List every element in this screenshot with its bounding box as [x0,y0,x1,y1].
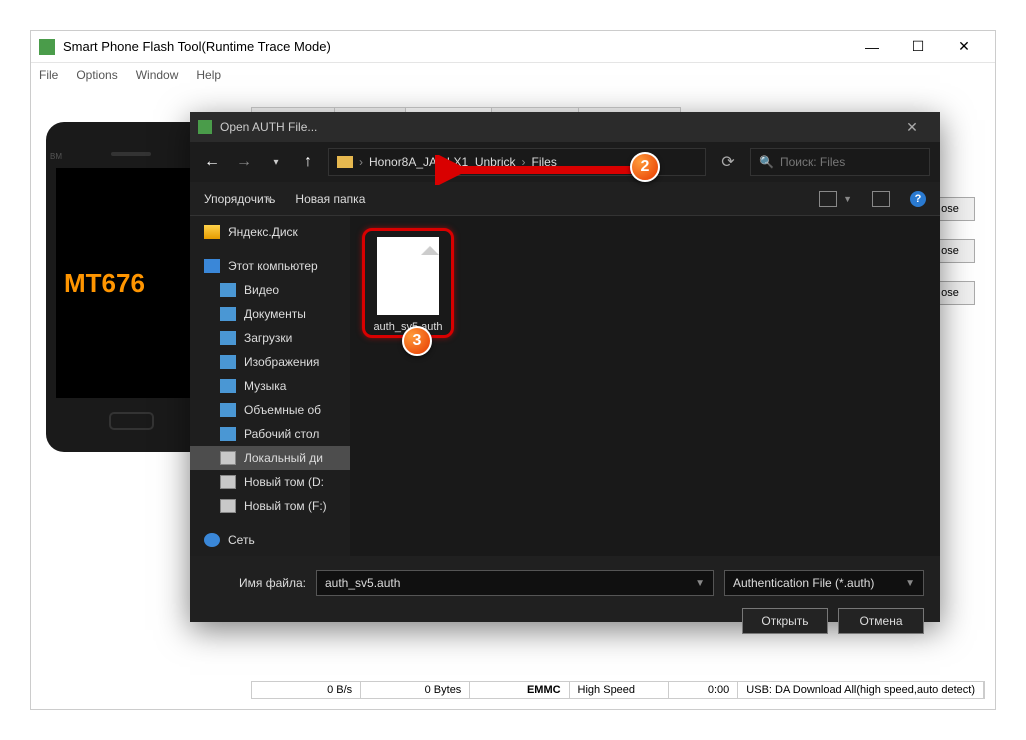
tree-desktop[interactable]: Рабочий стол [190,422,350,446]
status-connection: USB: DA Download All(high speed,auto det… [738,682,984,698]
phone-chip-text: MT676 [64,268,145,299]
chevron-right-icon: › [359,155,363,169]
open-button[interactable]: Открыть [742,608,828,634]
file-dialog: Open AUTH File... ✕ ← → ▾ ↑ › Honor8A_JA… [190,112,940,622]
network-icon [204,533,220,547]
filetype-select[interactable]: Authentication File (*.auth) ▼ [724,570,924,596]
dialog-close-button[interactable]: ✕ [892,119,932,136]
chevron-down-icon[interactable]: ▼ [695,578,705,589]
dialog-bottom: Имя файла: auth_sv5.auth ▼ Authenticatio… [190,556,940,648]
app-menubar: File Options Window Help [31,63,995,87]
file-item-auth[interactable]: auth_sv5.auth [362,228,454,338]
folder-icon [220,379,236,393]
phone-speaker [111,152,151,156]
tree-music[interactable]: Музыка [190,374,350,398]
tree-video[interactable]: Видео [190,278,350,302]
folder-icon [220,331,236,345]
chevron-right-icon: › [522,155,526,169]
cancel-button[interactable]: Отмена [838,608,924,634]
nav-up-icon[interactable]: ↑ [296,150,320,174]
breadcrumb-folder-2[interactable]: Files [532,155,557,169]
tree-images[interactable]: Изображения [190,350,350,374]
nav-recent-icon[interactable]: ▾ [264,150,288,174]
breadcrumb[interactable]: › Honor8A_JAT-LX1_Unbrick › Files [328,148,706,176]
status-bytes: 0 Bytes [361,682,470,698]
tree-3d-objects[interactable]: Объемные об [190,398,350,422]
new-folder-button[interactable]: Новая папка [295,192,365,206]
status-speed: 0 B/s [252,682,361,698]
folder-icon [220,403,236,417]
folder-icon [337,156,353,168]
tree-volume-d[interactable]: Новый том (D: [190,470,350,494]
folder-icon [220,427,236,441]
disk-icon [220,499,236,513]
folder-icon [220,355,236,369]
tree-this-pc[interactable]: Этот компьютер [190,254,350,278]
close-button[interactable]: ✕ [941,31,987,63]
status-mode: High Speed [570,682,669,698]
filename-input[interactable]: auth_sv5.auth ▼ [316,570,714,596]
app-icon [39,39,55,55]
phone-bm-label: BM [50,152,62,161]
dialog-nav: ← → ▾ ↑ › Honor8A_JAT-LX1_Unbrick › File… [190,142,940,182]
tree-yandex-disk[interactable]: Яндекс.Диск [190,220,350,244]
search-placeholder: Поиск: Files [780,155,845,169]
status-bar: 0 B/s 0 Bytes EMMC High Speed 0:00 USB: … [251,681,985,699]
search-input[interactable]: 🔍 Поиск: Files [750,148,930,176]
refresh-icon[interactable]: ⟳ [714,148,742,176]
tree-documents[interactable]: Документы [190,302,350,326]
menu-window[interactable]: Window [136,68,179,82]
file-icon [377,237,439,315]
nav-forward-icon[interactable]: → [232,150,256,174]
chevron-down-icon: ▼ [265,195,274,205]
preview-pane-icon[interactable] [872,191,890,207]
app-title: Smart Phone Flash Tool(Runtime Trace Mod… [63,39,849,54]
chevron-down-icon[interactable]: ▼ [843,194,852,204]
menu-options[interactable]: Options [76,68,117,82]
disk-icon [220,475,236,489]
menu-help[interactable]: Help [196,68,221,82]
dialog-title: Open AUTH File... [220,120,892,134]
search-icon: 🔍 [759,155,774,169]
file-list[interactable]: auth_sv5.auth [350,216,940,556]
folder-icon [220,307,236,321]
yandex-icon [204,225,220,239]
pc-icon [204,259,220,273]
maximize-button[interactable]: ☐ [895,31,941,63]
phone-home-button [109,412,154,430]
app-titlebar: Smart Phone Flash Tool(Runtime Trace Mod… [31,31,995,63]
dialog-icon [198,120,212,134]
organize-button[interactable]: Упорядочить ▼ [204,192,275,206]
breadcrumb-folder-1[interactable]: Honor8A_JAT-LX1_Unbrick [369,155,516,169]
dialog-toolbar: Упорядочить ▼ Новая папка ▼ ? [190,182,940,216]
disk-icon [220,451,236,465]
nav-back-icon[interactable]: ← [200,150,224,174]
phone-screen: MT676 [56,168,206,398]
file-name-label: auth_sv5.auth [367,321,449,333]
tree-volume-f[interactable]: Новый том (F:) [190,494,350,518]
menu-file[interactable]: File [39,68,58,82]
help-icon[interactable]: ? [910,191,926,207]
folder-tree: Яндекс.Диск Этот компьютер Видео Докумен… [190,216,350,556]
filename-label: Имя файла: [206,576,306,590]
tree-network[interactable]: Сеть [190,528,350,552]
chevron-down-icon[interactable]: ▼ [905,578,915,589]
dialog-body: Яндекс.Диск Этот компьютер Видео Докумен… [190,216,940,556]
tree-local-disk[interactable]: Локальный ди [190,446,350,470]
minimize-button[interactable]: — [849,31,895,63]
dialog-titlebar: Open AUTH File... ✕ [190,112,940,142]
folder-icon [220,283,236,297]
status-storage: EMMC [470,682,569,698]
tree-downloads[interactable]: Загрузки [190,326,350,350]
view-mode-icon[interactable] [819,191,837,207]
status-time: 0:00 [669,682,739,698]
